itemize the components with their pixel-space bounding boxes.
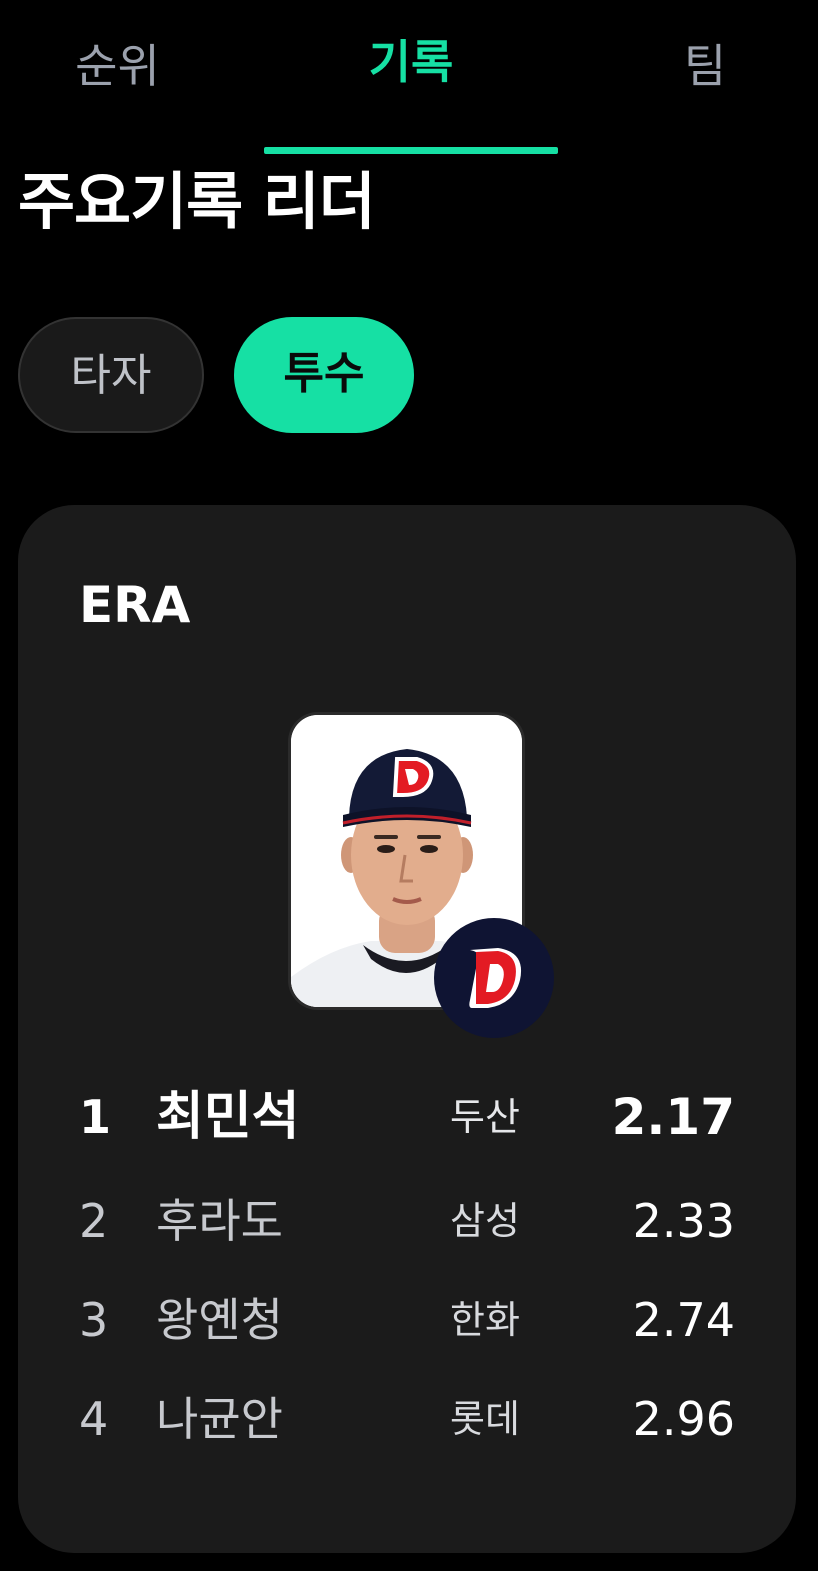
segment-pitcher-button[interactable]: 투수 [234, 317, 414, 433]
leader-row-3[interactable]: 3 왕옌청 한화 2.74 [18, 1280, 796, 1360]
leader-row-2[interactable]: 2 후라도 삼성 2.33 [18, 1181, 796, 1261]
rank-number: 2 [79, 1194, 109, 1248]
doosan-logo-icon [469, 948, 522, 1008]
leader-row-4[interactable]: 4 나균안 롯데 2.96 [18, 1379, 796, 1459]
team-name: 삼성 [450, 1199, 520, 1243]
rank-number: 3 [79, 1293, 109, 1347]
leader-row-1[interactable]: 1 최민석 두산 2.17 [18, 1077, 796, 1157]
tab-team[interactable]: 팀 [630, 36, 780, 96]
era-leader-card: ERA 1 최민석 두산 2.17 2 후라도 삼성 2.33 3 왕옌청 한화… [18, 505, 796, 1553]
team-logo-badge [434, 918, 554, 1038]
team-name: 두산 [450, 1095, 520, 1139]
player-name: 나균안 [156, 1392, 283, 1446]
era-value: 2.96 [632, 1392, 735, 1446]
team-name: 롯데 [450, 1397, 520, 1441]
era-value: 2.33 [632, 1194, 735, 1248]
rank-number: 1 [79, 1090, 112, 1144]
player-name: 후라도 [156, 1194, 283, 1248]
era-value: 2.17 [611, 1088, 735, 1146]
page-title: 주요기록 리더 [18, 165, 376, 238]
player-name: 왕옌청 [156, 1293, 283, 1347]
rank-number: 4 [79, 1392, 109, 1446]
records-page: 순위 기록 팀 주요기록 리더 타자 투수 ERA 1 최민석 두산 2.17 … [0, 0, 818, 1571]
team-name: 한화 [450, 1298, 520, 1342]
tab-records[interactable]: 기록 [264, 32, 558, 92]
top-tab-bar: 순위 기록 팀 [0, 0, 818, 155]
active-tab-indicator [264, 147, 558, 154]
player-name: 최민석 [156, 1087, 300, 1147]
card-title: ERA [79, 576, 191, 634]
era-value: 2.74 [632, 1293, 735, 1347]
tab-standings[interactable]: 순위 [40, 36, 195, 96]
segment-batter-button[interactable]: 타자 [18, 317, 204, 433]
